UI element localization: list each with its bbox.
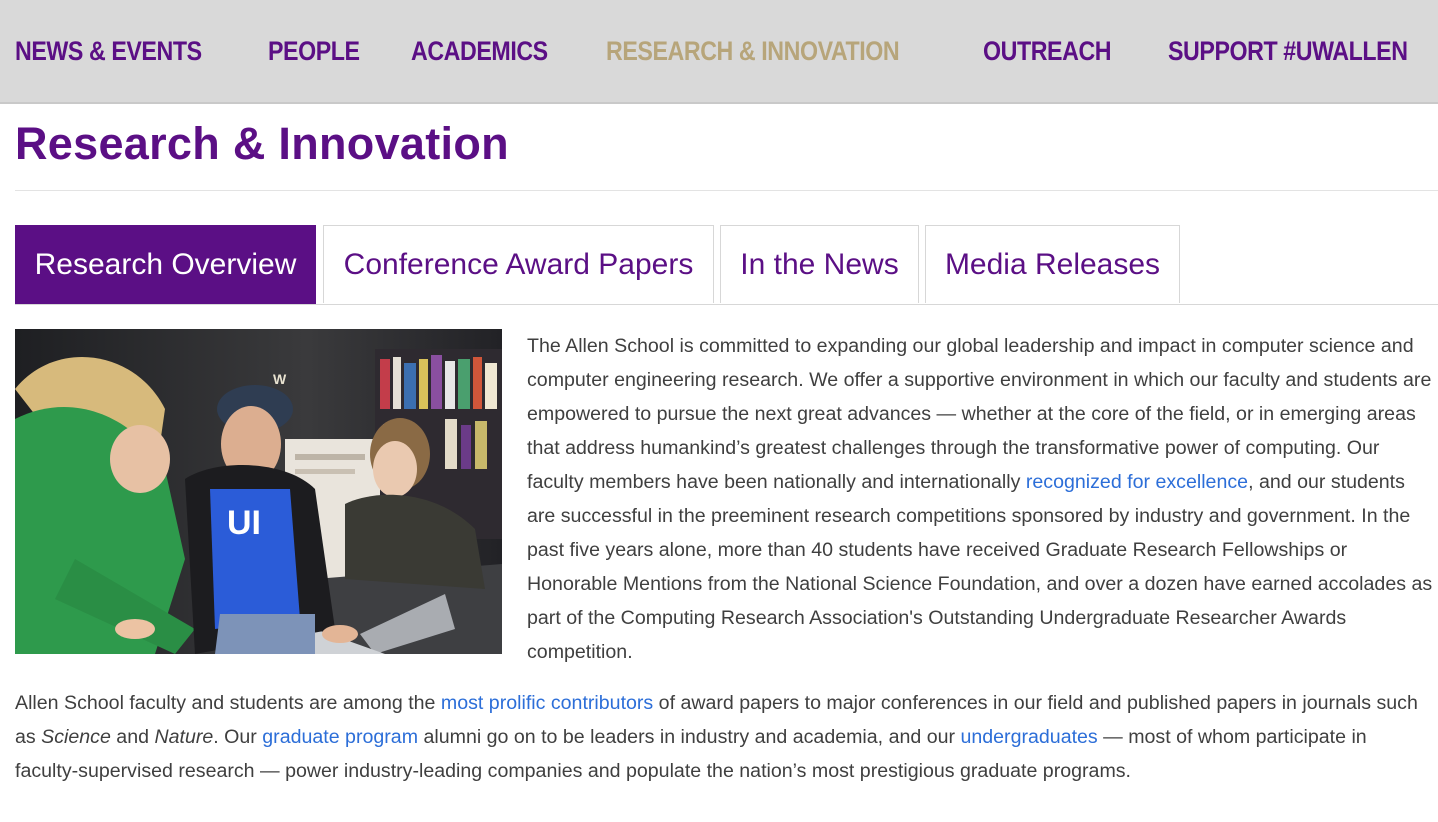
intro-paragraph: The Allen School is committed to expandi…: [527, 329, 1438, 669]
nav-separator: [960, 38, 969, 64]
nav-separator: [583, 38, 592, 64]
undergraduates-link[interactable]: undergraduates: [960, 726, 1097, 748]
journal-nature: Nature: [154, 726, 214, 748]
paragraph-text: alumni go on to be leaders in industry a…: [418, 726, 961, 748]
page-title: Research & Innovation: [15, 118, 509, 169]
paragraph-text: . Our: [213, 726, 263, 748]
prolific-contributors-link[interactable]: most prolific contributors: [441, 692, 653, 714]
nav-separator: [388, 38, 397, 64]
tab-conference-award-papers[interactable]: Conference Award Papers: [323, 225, 714, 303]
tab-in-the-news[interactable]: In the News: [720, 225, 919, 303]
nav-separator: [246, 38, 255, 64]
nav-people[interactable]: PEOPLE: [268, 36, 360, 67]
tab-bar: Research Overview Conference Award Paper…: [15, 225, 1438, 305]
cap-logo-text: W: [273, 371, 287, 387]
nav-research-innovation[interactable]: RESEARCH & INNOVATION: [606, 36, 900, 67]
graduate-program-link[interactable]: graduate program: [262, 726, 418, 748]
intro-text: , and our students are successful in the…: [527, 471, 1433, 663]
shirt-logo-text: UI: [227, 504, 261, 542]
nav-academics[interactable]: ACADEMICS: [411, 36, 548, 67]
nav-news-events[interactable]: NEWS & EVENTS: [15, 36, 202, 67]
intro-text: The Allen School is committed to expandi…: [527, 335, 1432, 493]
nav-separator: [1145, 38, 1154, 64]
title-divider: [15, 190, 1438, 191]
tab-research-overview[interactable]: Research Overview: [15, 225, 316, 304]
journal-science: Science: [41, 726, 111, 748]
research-paragraph: Allen School faculty and students are am…: [15, 686, 1435, 788]
tab-media-releases[interactable]: Media Releases: [925, 225, 1180, 303]
paragraph-text: Allen School faculty and students are am…: [15, 692, 441, 714]
recognized-for-excellence-link[interactable]: recognized for excellence: [1026, 471, 1248, 493]
paragraph-text: and: [110, 726, 155, 748]
main-navigation: NEWS & EVENTS PEOPLE ACADEMICS RESEARCH …: [0, 0, 1438, 104]
nav-outreach[interactable]: OUTREACH: [983, 36, 1112, 67]
students-research-photo: W UI: [15, 329, 502, 654]
nav-support-uwallen[interactable]: SUPPORT #UWALLEN: [1168, 36, 1408, 67]
